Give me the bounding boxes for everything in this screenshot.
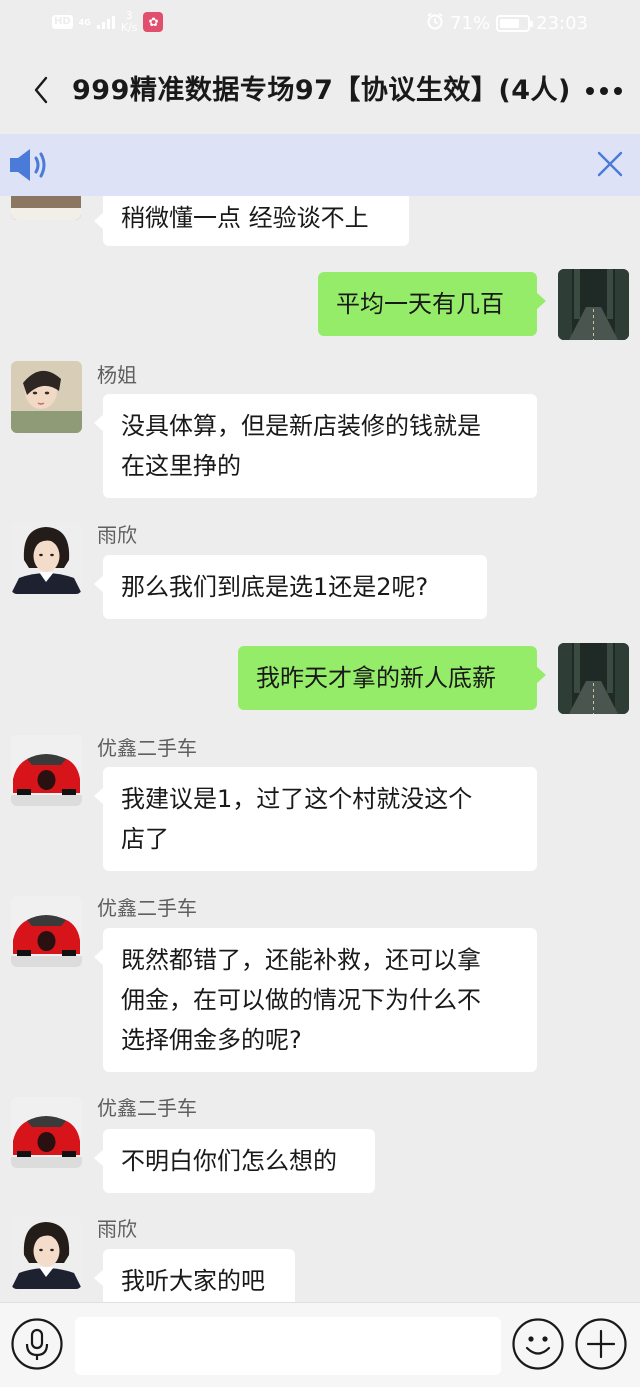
network-speed-unit: K/s <box>120 21 138 34</box>
message-text-line: 在这里挣的 <box>121 452 241 480</box>
battery-percent: 71% <box>450 13 491 34</box>
input-bar <box>0 1302 640 1387</box>
chat-title: 999精准数据专场97【协议生效】(4人) <box>72 75 571 106</box>
alarm-icon <box>426 12 444 35</box>
message-input[interactable] <box>75 1317 501 1375</box>
status-bar-left: HD 4G 3 K/s ✿ <box>52 10 164 34</box>
avatar[interactable] <box>558 643 629 714</box>
plus-icon[interactable] <box>574 1317 628 1371</box>
sender-name: 雨欣 <box>97 1217 137 1241</box>
message-text-line: 没具体算，但是新店装修的钱就是 <box>121 412 481 440</box>
microphone-icon[interactable] <box>10 1317 64 1371</box>
avatar[interactable] <box>11 735 82 806</box>
message-text: 我昨天才拿的新人底薪 <box>256 664 496 692</box>
message-text: 平均一天有几百 <box>336 290 504 318</box>
signal-icon <box>96 15 115 29</box>
paw-app-icon: ✿ <box>143 12 164 32</box>
message-bubble[interactable]: 平均一天有几百 <box>318 272 546 336</box>
chat-header: 999精准数据专场97【协议生效】(4人) <box>0 48 640 134</box>
sender-name: 优鑫二手车 <box>97 1096 197 1120</box>
avatar[interactable] <box>11 896 82 967</box>
status-bar-right: 71% 23:03 <box>426 12 588 35</box>
message-text: 稍微懂一点 经验谈不上 <box>121 204 369 232</box>
hd-badge: HD <box>52 15 73 29</box>
status-bar: HD 4G 3 K/s ✿ 71% 23:03 <box>0 0 640 48</box>
voice-banner[interactable] <box>0 134 640 196</box>
avatar[interactable] <box>11 522 82 594</box>
network-type: 4G <box>78 17 91 27</box>
sender-name: 优鑫二手车 <box>97 896 197 920</box>
back-icon[interactable] <box>24 70 60 110</box>
message-bubble[interactable]: 我昨天才拿的新人底薪 <box>238 646 546 710</box>
message-text: 我听大家的吧 <box>121 1267 265 1295</box>
more-icon[interactable] <box>582 78 626 104</box>
avatar[interactable] <box>558 269 629 340</box>
message-bubble[interactable]: 既然都错了，还能补救，还可以拿 佣金，在可以做的情况下为什么不 选择佣金多的呢? <box>94 928 537 1072</box>
message-bubble[interactable]: 稍微懂一点 经验谈不上 <box>94 196 409 246</box>
avatar[interactable] <box>11 1097 82 1168</box>
speaker-icon[interactable] <box>8 146 50 184</box>
sender-name: 杨姐 <box>97 363 137 387</box>
message-text-line: 既然都错了，还能补救，还可以拿 <box>121 946 481 974</box>
avatar[interactable] <box>11 196 81 220</box>
message-bubble[interactable]: 那么我们到底是选1还是2呢? <box>94 555 487 619</box>
sender-name: 雨欣 <box>97 523 137 547</box>
message-list[interactable]: 稍微懂一点 经验谈不上 平均一天有几百 杨姐 没具体算，但是新店装修的钱就是 在… <box>0 196 640 1302</box>
battery-icon <box>496 15 534 32</box>
message-bubble[interactable]: 没具体算，但是新店装修的钱就是 在这里挣的 <box>94 394 537 498</box>
clock: 23:03 <box>536 13 588 34</box>
message-bubble[interactable]: 不明白你们怎么想的 <box>94 1129 375 1193</box>
close-icon[interactable] <box>594 148 626 180</box>
message-text: 不明白你们怎么想的 <box>121 1147 337 1175</box>
network-speed: 3 K/s <box>121 10 138 34</box>
message-bubble[interactable]: 我建议是1，过了这个村就没这个 店了 <box>94 767 537 871</box>
message-bubble[interactable]: 我听大家的吧 <box>94 1249 295 1302</box>
message-text-line: 佣金，在可以做的情况下为什么不 <box>121 986 481 1014</box>
message-text-line: 选择佣金多的呢? <box>121 1026 302 1054</box>
emoji-icon[interactable] <box>511 1317 565 1371</box>
message-text: 那么我们到底是选1还是2呢? <box>121 573 429 601</box>
avatar[interactable] <box>11 361 82 433</box>
avatar[interactable] <box>11 1217 82 1289</box>
sender-name: 优鑫二手车 <box>97 736 197 760</box>
message-text-line: 店了 <box>121 825 169 853</box>
message-text-line: 我建议是1，过了这个村就没这个 <box>121 785 473 813</box>
